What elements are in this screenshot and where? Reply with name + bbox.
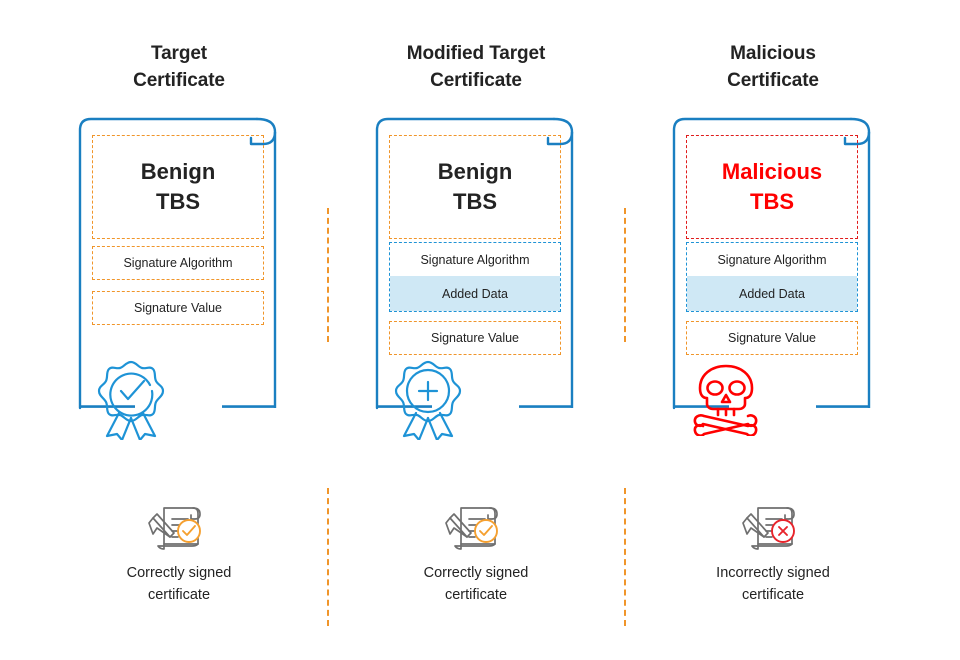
column-title-line1: Target (150, 43, 208, 64)
status-caption-malicious: Incorrectly signed certificate (625, 562, 921, 606)
signature-algorithm-group-malicious: Signature Algorithm Added Data (686, 242, 858, 312)
signature-algorithm-box-target: Signature Algorithm (92, 246, 264, 280)
tbs-line1: Benign (437, 159, 513, 184)
status-caption-line2: certificate (147, 587, 211, 603)
award-badge-plus-icon (394, 360, 462, 440)
column-malicious-certificate: Malicious Certificate Malicious TBS Sign… (625, 0, 921, 660)
status-caption-modified: Correctly signed certificate (328, 562, 624, 606)
column-title-line2: Certificate (430, 70, 522, 91)
signature-value-label: Signature Value (430, 331, 520, 345)
added-data-row: Added Data (687, 276, 857, 311)
status-caption-line1: Correctly signed (423, 565, 529, 581)
tbs-label-target: Benign TBS (141, 157, 216, 217)
column-title-modified-target: Modified Target Certificate (328, 40, 624, 94)
tbs-line2: TBS (156, 189, 200, 214)
status-caption-line1: Correctly signed (126, 565, 232, 581)
signature-algorithm-row: Signature Algorithm (687, 243, 857, 276)
award-badge-check-icon (97, 360, 165, 440)
signature-value-label: Signature Value (133, 301, 223, 315)
column-title-line2: Certificate (133, 70, 225, 91)
tbs-box-modified: Benign TBS (389, 135, 561, 239)
column-title-line2: Certificate (727, 70, 819, 91)
tbs-label-malicious: Malicious TBS (722, 157, 822, 217)
signature-algorithm-label: Signature Algorithm (123, 256, 233, 270)
column-title-malicious: Malicious Certificate (625, 40, 921, 94)
signature-algorithm-label: Signature Algorithm (717, 252, 827, 267)
signature-value-box-malicious: Signature Value (686, 321, 858, 355)
signed-document-cross-icon (742, 507, 795, 550)
tbs-label-modified: Benign TBS (438, 157, 513, 217)
tbs-line2: TBS (453, 189, 497, 214)
added-data-label: Added Data (738, 286, 806, 301)
signed-document-check-icon (445, 507, 498, 550)
signature-algorithm-group-modified: Signature Algorithm Added Data (389, 242, 561, 312)
status-caption-line2: certificate (741, 587, 805, 603)
column-title-line1: Modified Target (406, 43, 546, 64)
tbs-box-target: Benign TBS (92, 135, 264, 239)
signature-algorithm-label: Signature Algorithm (420, 252, 530, 267)
tbs-box-malicious: Malicious TBS (686, 135, 858, 239)
column-modified-target-certificate: Modified Target Certificate Benign TBS S… (328, 0, 624, 660)
tbs-line1: Benign (140, 159, 216, 184)
added-data-row: Added Data (390, 276, 560, 311)
column-title-line1: Malicious (730, 43, 816, 64)
signed-document-check-icon (148, 507, 201, 550)
added-data-label: Added Data (441, 286, 509, 301)
status-caption-line2: certificate (444, 587, 508, 603)
signature-value-box-target: Signature Value (92, 291, 264, 325)
tbs-line1: Malicious (721, 159, 823, 184)
signature-algorithm-row: Signature Algorithm (390, 243, 560, 276)
status-caption-line1: Incorrectly signed (716, 565, 830, 581)
signature-value-box-modified: Signature Value (389, 321, 561, 355)
diagram-canvas: Target Certificate Benign TBS Signature … (0, 0, 960, 660)
signature-value-label: Signature Value (727, 331, 817, 345)
tbs-line2: TBS (750, 189, 794, 214)
status-caption-target: Correctly signed certificate (31, 562, 327, 606)
column-title-target: Target Certificate (31, 40, 327, 94)
column-target-certificate: Target Certificate Benign TBS Signature … (31, 0, 327, 660)
skull-crossbones-icon (693, 364, 758, 436)
